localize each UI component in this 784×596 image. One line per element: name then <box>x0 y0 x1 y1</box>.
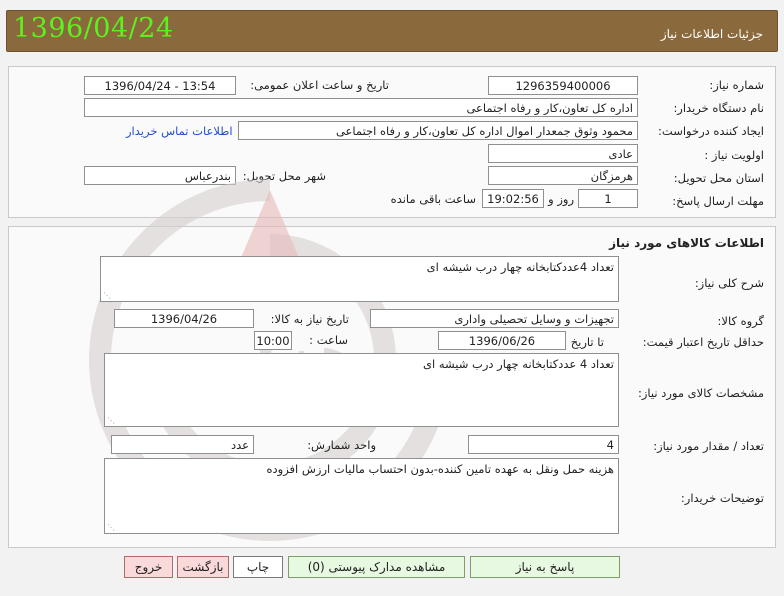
attachments-button[interactable]: مشاهده مدارک پیوستی (0) <box>288 556 465 578</box>
days-suffix: روز و <box>548 192 574 206</box>
resize-grip-icon[interactable]: ⋰ <box>107 416 115 425</box>
announce-label: تاریخ و ساعت اعلان عمومی: <box>250 78 389 92</box>
validity-label: حداقل تاریخ اعتبار قیمت: <box>642 335 764 349</box>
print-button[interactable]: چاپ <box>233 556 283 578</box>
specs-field: تعداد 4 عددکتابخانه چهار درب شیشه ای ⋰ <box>104 353 619 427</box>
need-date-field: 1396/04/26 <box>114 309 254 328</box>
time-suffix: ساعت باقی مانده <box>390 192 476 206</box>
goods-section-title: اطلاعات کالاهای مورد نیاز <box>609 236 764 250</box>
reply-button[interactable]: پاسخ به نیاز <box>470 556 620 578</box>
priority-field: عادی <box>488 144 638 163</box>
days-remaining-field: 1 <box>578 189 638 208</box>
priority-label: اولویت نیاز : <box>704 148 764 162</box>
city-field: بندرعباس <box>84 166 236 185</box>
unit-field: عدد <box>111 435 254 454</box>
summary-label: شرح کلی نیاز: <box>694 276 764 290</box>
need-number-label: شماره نیاز: <box>709 78 764 92</box>
quantity-label: تعداد / مقدار مورد نیاز: <box>653 439 764 453</box>
buyer-notes-text: هزینه حمل ونقل به عهده تامین کننده-بدون … <box>266 462 615 476</box>
group-label: گروه کالا: <box>717 314 764 328</box>
summary-field: تعداد 4عددکتابخانه چهار درب شیشه ای ⋰ <box>100 256 619 302</box>
city-label: شهر محل تحویل: <box>242 169 326 183</box>
contact-buyer-link[interactable]: اطلاعات تماس خریدار <box>126 124 233 138</box>
buyer-notes-field: هزینه حمل ونقل به عهده تامین کننده-بدون … <box>104 458 619 534</box>
header-date: 1396/04/24 <box>13 13 174 44</box>
specs-text: تعداد 4 عددکتابخانه چهار درب شیشه ای <box>422 357 614 371</box>
quantity-field: 4 <box>468 435 619 454</box>
page-title: جزئیات اطلاعات نیاز <box>660 27 763 41</box>
summary-text: تعداد 4عددکتابخانه چهار درب شیشه ای <box>426 260 614 274</box>
announce-field: 1396/04/24 - 13:54 <box>84 76 236 95</box>
deadline-label: مهلت ارسال پاسخ: <box>672 194 764 208</box>
province-field: هرمزگان <box>488 166 638 185</box>
to-date-label: تا تاریخ : <box>563 335 604 349</box>
buyer-notes-label: توضیحات خریدار: <box>680 491 764 505</box>
resize-grip-icon[interactable]: ⋰ <box>107 523 115 532</box>
to-date-field: 1396/06/26 <box>438 331 566 350</box>
group-field: تجهیزات و وسایل تحصیلی واداری <box>370 309 619 328</box>
buyer-org-label: نام دستگاه خریدار: <box>673 101 764 115</box>
back-button[interactable]: بازگشت <box>177 556 229 578</box>
province-label: استان محل تحویل: <box>673 171 764 185</box>
title-bar: 1396/04/24 جزئیات اطلاعات نیاز <box>6 10 778 52</box>
unit-label: واحد شمارش: <box>307 438 376 452</box>
need-number-field: 1296359400006 <box>488 76 638 95</box>
resize-grip-icon[interactable]: ⋰ <box>103 291 111 300</box>
requester-label: ایجاد کننده درخواست: <box>658 124 764 138</box>
hour-field: 10:00 <box>254 331 292 350</box>
time-remaining-field: 19:02:56 <box>482 189 544 208</box>
need-date-label: تاریخ نیاز به کالا: <box>270 312 349 326</box>
requester-field: محمود وثوق جمعدار اموال اداره کل تعاون،ک… <box>238 121 638 140</box>
specs-label: مشخصات کالای مورد نیاز: <box>637 386 764 400</box>
buyer-org-field: اداره کل تعاون،کار و رفاه اجتماعی <box>84 98 638 117</box>
exit-button[interactable]: خروج <box>124 556 173 578</box>
hour-label: ساعت : <box>309 333 348 347</box>
